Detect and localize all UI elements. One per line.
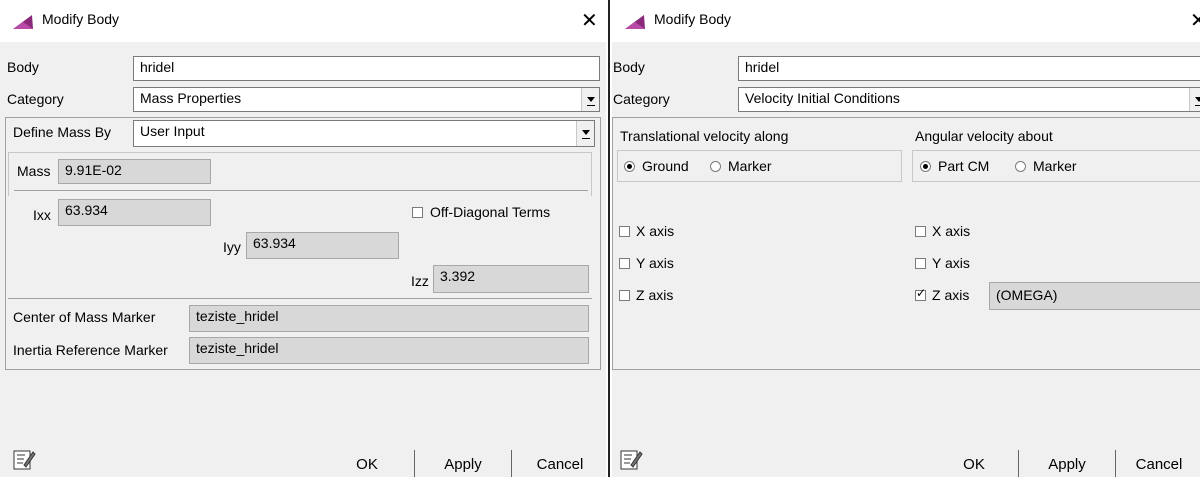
mass-field[interactable]: 9.91E-02 — [58, 159, 211, 184]
adams-logo-icon — [13, 15, 33, 29]
izz-field[interactable]: 3.392 — [433, 265, 589, 293]
window-title: Modify Body — [42, 11, 120, 27]
translational-heading: Translational velocity along — [620, 128, 789, 144]
ang-y-label: Y axis — [932, 255, 970, 271]
ang-y-checkbox[interactable] — [915, 258, 926, 269]
ok-button[interactable]: OK — [932, 450, 1016, 477]
body-label: Body — [613, 59, 645, 75]
inertia-marker-field[interactable]: teziste_hridel — [189, 337, 589, 364]
radio-ground[interactable] — [624, 161, 635, 172]
ang-z-label: Z axis — [932, 287, 970, 303]
trans-y-label: Y axis — [636, 255, 674, 271]
iyy-label: Iyy — [223, 239, 241, 255]
trans-x-checkbox[interactable] — [619, 226, 630, 237]
body-field[interactable]: hridel — [133, 56, 600, 81]
title-bar: Modify Body ✕ — [612, 0, 1200, 42]
notes-icon[interactable] — [12, 448, 36, 472]
chevron-down-icon[interactable] — [576, 121, 594, 146]
category-select-value: Mass Properties — [140, 90, 242, 106]
category-select[interactable]: Velocity Initial Conditions — [738, 87, 1200, 112]
radio-part-cm-label: Part CM — [938, 158, 990, 174]
category-select-value: Velocity Initial Conditions — [745, 90, 900, 106]
iyy-field[interactable]: 63.934 — [246, 232, 399, 259]
body-label: Body — [7, 59, 39, 75]
adams-logo-icon — [625, 15, 645, 29]
ixx-label: Ixx — [33, 207, 51, 223]
window-title: Modify Body — [654, 11, 732, 27]
divider — [8, 298, 592, 299]
body-field[interactable]: hridel — [738, 56, 1200, 81]
radio-part-cm[interactable] — [920, 161, 931, 172]
notes-icon[interactable] — [619, 448, 643, 472]
cm-marker-label: Center of Mass Marker — [13, 309, 156, 325]
chevron-down-icon[interactable] — [1189, 88, 1200, 111]
radio-ground-label: Ground — [642, 158, 689, 174]
cancel-button[interactable]: Cancel — [1119, 450, 1199, 477]
ang-z-checkbox[interactable] — [915, 286, 926, 301]
cm-marker-field[interactable]: teziste_hridel — [189, 305, 589, 332]
define-mass-select[interactable]: User Input — [133, 120, 595, 147]
chevron-down-icon[interactable] — [581, 88, 599, 111]
define-mass-select-value: User Input — [140, 123, 205, 139]
cancel-button[interactable]: Cancel — [515, 450, 605, 477]
ixx-field[interactable]: 63.934 — [58, 199, 211, 226]
category-label: Category — [7, 91, 64, 107]
trans-z-label: Z axis — [636, 287, 674, 303]
divider — [14, 190, 588, 191]
button-separator — [511, 450, 512, 477]
close-icon[interactable]: ✕ — [581, 8, 598, 33]
radio-marker[interactable] — [710, 161, 721, 172]
izz-label: Izz — [411, 273, 429, 289]
radio-angular-marker[interactable] — [1015, 161, 1026, 172]
category-label: Category — [613, 91, 670, 107]
title-bar: Modify Body ✕ — [0, 0, 606, 42]
off-diagonal-checkbox[interactable] — [412, 207, 423, 218]
button-separator — [1018, 450, 1019, 477]
modify-body-dialog-velocity: Modify Body ✕ Body hridel Category Veloc… — [612, 0, 1200, 477]
close-icon[interactable]: ✕ — [1190, 8, 1200, 33]
apply-button[interactable]: Apply — [418, 450, 508, 477]
define-mass-label: Define Mass By — [13, 124, 112, 140]
trans-y-checkbox[interactable] — [619, 258, 630, 269]
button-separator — [414, 450, 415, 477]
radio-marker-label: Marker — [728, 158, 772, 174]
mass-label: Mass — [17, 163, 51, 179]
category-select[interactable]: Mass Properties — [133, 87, 600, 112]
modify-body-dialog-mass: Modify Body ✕ Body hridel Category Mass … — [0, 0, 606, 477]
off-diagonal-label: Off-Diagonal Terms — [430, 204, 551, 220]
inertia-marker-label: Inertia Reference Marker — [13, 342, 168, 358]
trans-z-checkbox[interactable] — [619, 290, 630, 301]
ang-x-label: X axis — [932, 223, 971, 239]
ang-z-field[interactable]: (OMEGA) — [989, 282, 1200, 310]
radio-angular-marker-label: Marker — [1033, 158, 1077, 174]
button-separator — [1115, 450, 1116, 477]
trans-x-label: X axis — [636, 223, 675, 239]
ang-x-checkbox[interactable] — [915, 226, 926, 237]
apply-button[interactable]: Apply — [1022, 450, 1112, 477]
ok-button[interactable]: OK — [325, 450, 409, 477]
angular-heading: Angular velocity about — [915, 128, 1053, 144]
